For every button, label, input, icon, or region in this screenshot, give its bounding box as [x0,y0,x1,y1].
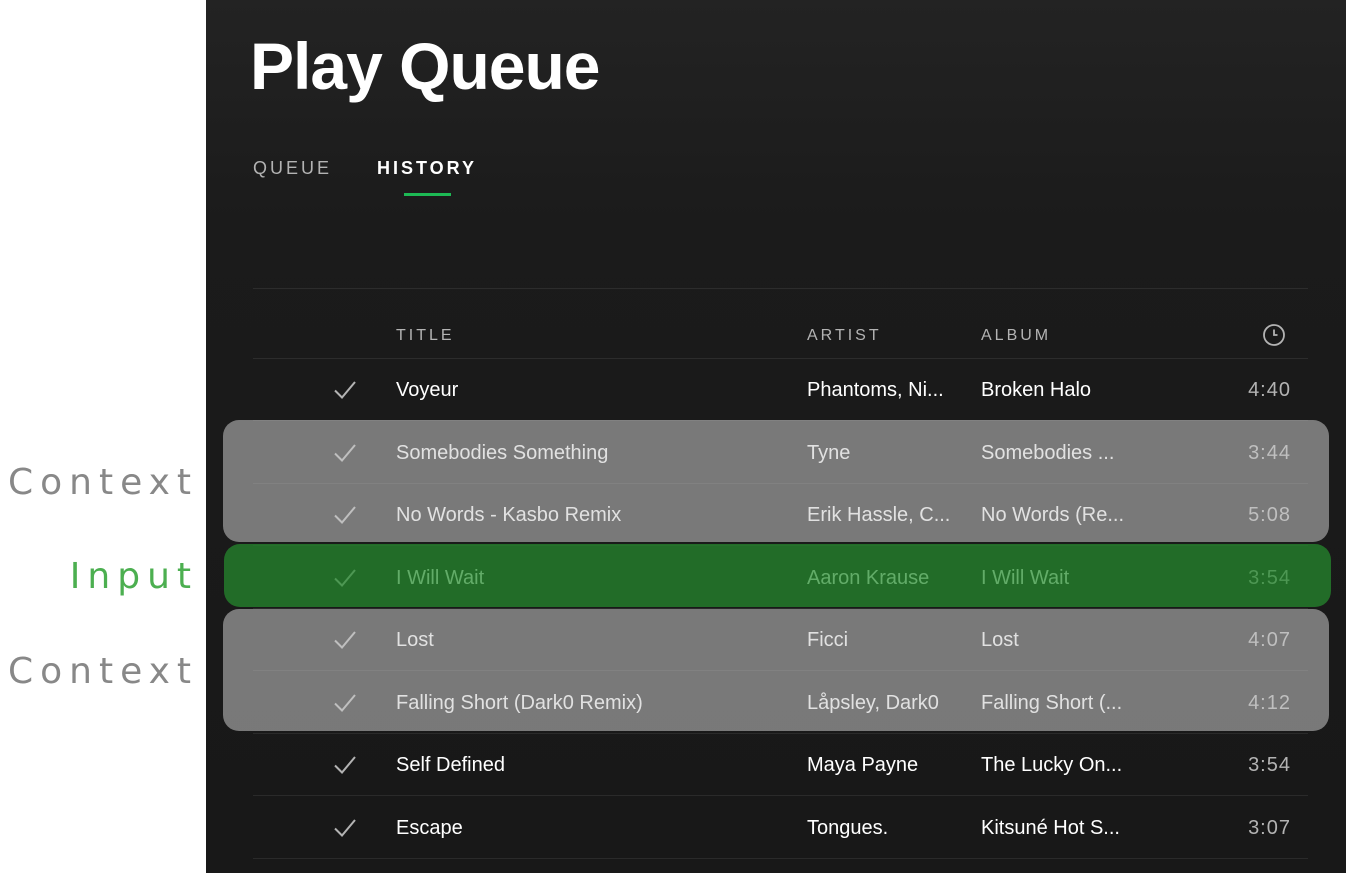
input-label: Input [69,556,198,597]
track-duration: 4:40 [1248,379,1291,401]
track-album[interactable]: No Words (Re... [981,484,1201,546]
track-title: No Words - Kasbo Remix [396,504,622,526]
column-header-album[interactable]: ALBUM [981,327,1051,345]
tab-queue[interactable]: QUEUE [253,158,332,179]
track-album[interactable]: I Will Wait [981,547,1201,609]
check-icon [334,568,356,587]
track-artist[interactable]: Tyne [807,422,972,484]
clock-icon[interactable] [1262,323,1286,347]
track-artist[interactable]: Aaron Krause [807,547,972,609]
context-label-top: Context [7,462,198,503]
table-row[interactable]: I Will Wait Aaron Krause I Will Wait 3:54 [206,547,1346,609]
divider [253,288,1308,289]
column-header-artist[interactable]: ARTIST [807,327,882,345]
check-icon [334,631,356,649]
table-row[interactable]: Voyeur Phantoms, Ni... Broken Halo 4:40 [206,359,1346,421]
table-row[interactable]: Escape Tongues. Kitsuné Hot S... 3:07 [206,797,1346,859]
track-album[interactable]: Kitsuné Hot S... [981,797,1201,859]
active-tab-indicator [404,193,451,196]
check-icon [334,443,356,462]
table-row[interactable]: Somebodies Something Tyne Somebodies ... 3:… [206,422,1346,484]
track-duration: 3:44 [1248,441,1291,464]
track-duration: 4:12 [1248,691,1291,714]
tab-history[interactable]: HISTORY [377,158,477,179]
track-album[interactable]: Lost [981,609,1201,671]
check-icon [334,693,356,712]
track-album[interactable]: The Lucky On... [981,734,1201,796]
context-label-bottom: Context [7,651,198,692]
track-album[interactable]: Broken Halo [981,359,1201,421]
check-icon [334,506,356,524]
page-title: Play Queue [250,29,600,103]
play-queue-panel: Play Queue QUEUE HISTORY TITLE ARTIST AL… [206,0,1346,873]
track-artist[interactable]: Låpsley, Dark0 [807,672,972,734]
track-title: Lost [396,629,434,651]
track-artist[interactable]: Maya Payne [807,734,972,796]
track-duration: 3:07 [1248,816,1291,839]
track-artist[interactable]: Erik Hassle, C... [807,484,972,546]
track-title: Falling Short (Dark0 Remix) [396,691,643,714]
track-duration: 3:54 [1248,754,1291,776]
check-icon [334,756,356,774]
track-duration: 3:54 [1248,566,1291,589]
check-icon [334,381,356,399]
track-duration: 4:07 [1248,629,1291,651]
check-icon [334,818,356,837]
table-row[interactable]: Falling Short (Dark0 Remix) Låpsley, Dark… [206,672,1346,734]
track-album[interactable]: Falling Short (... [981,672,1201,734]
track-title: Somebodies Something [396,441,609,464]
table-row[interactable]: No Words - Kasbo Remix Erik Hassle, C... N… [206,484,1346,546]
table-row[interactable]: Self Defined Maya Payne The Lucky On... 3:5… [206,734,1346,796]
track-album[interactable]: Somebodies ... [981,422,1201,484]
track-title: Self Defined [396,754,505,776]
column-header-title[interactable]: TITLE [396,327,455,345]
track-artist[interactable]: Ficci [807,609,972,671]
track-duration: 5:08 [1248,504,1291,526]
row-divider [253,857,1308,859]
table-row[interactable]: Lost Ficci Lost 4:07 [206,609,1346,671]
track-artist[interactable]: Phantoms, Ni... [807,359,972,421]
track-title: I Will Wait [396,566,485,589]
track-artist[interactable]: Tongues. [807,797,972,859]
track-title: Voyeur [396,379,459,401]
track-title: Escape [396,816,463,839]
